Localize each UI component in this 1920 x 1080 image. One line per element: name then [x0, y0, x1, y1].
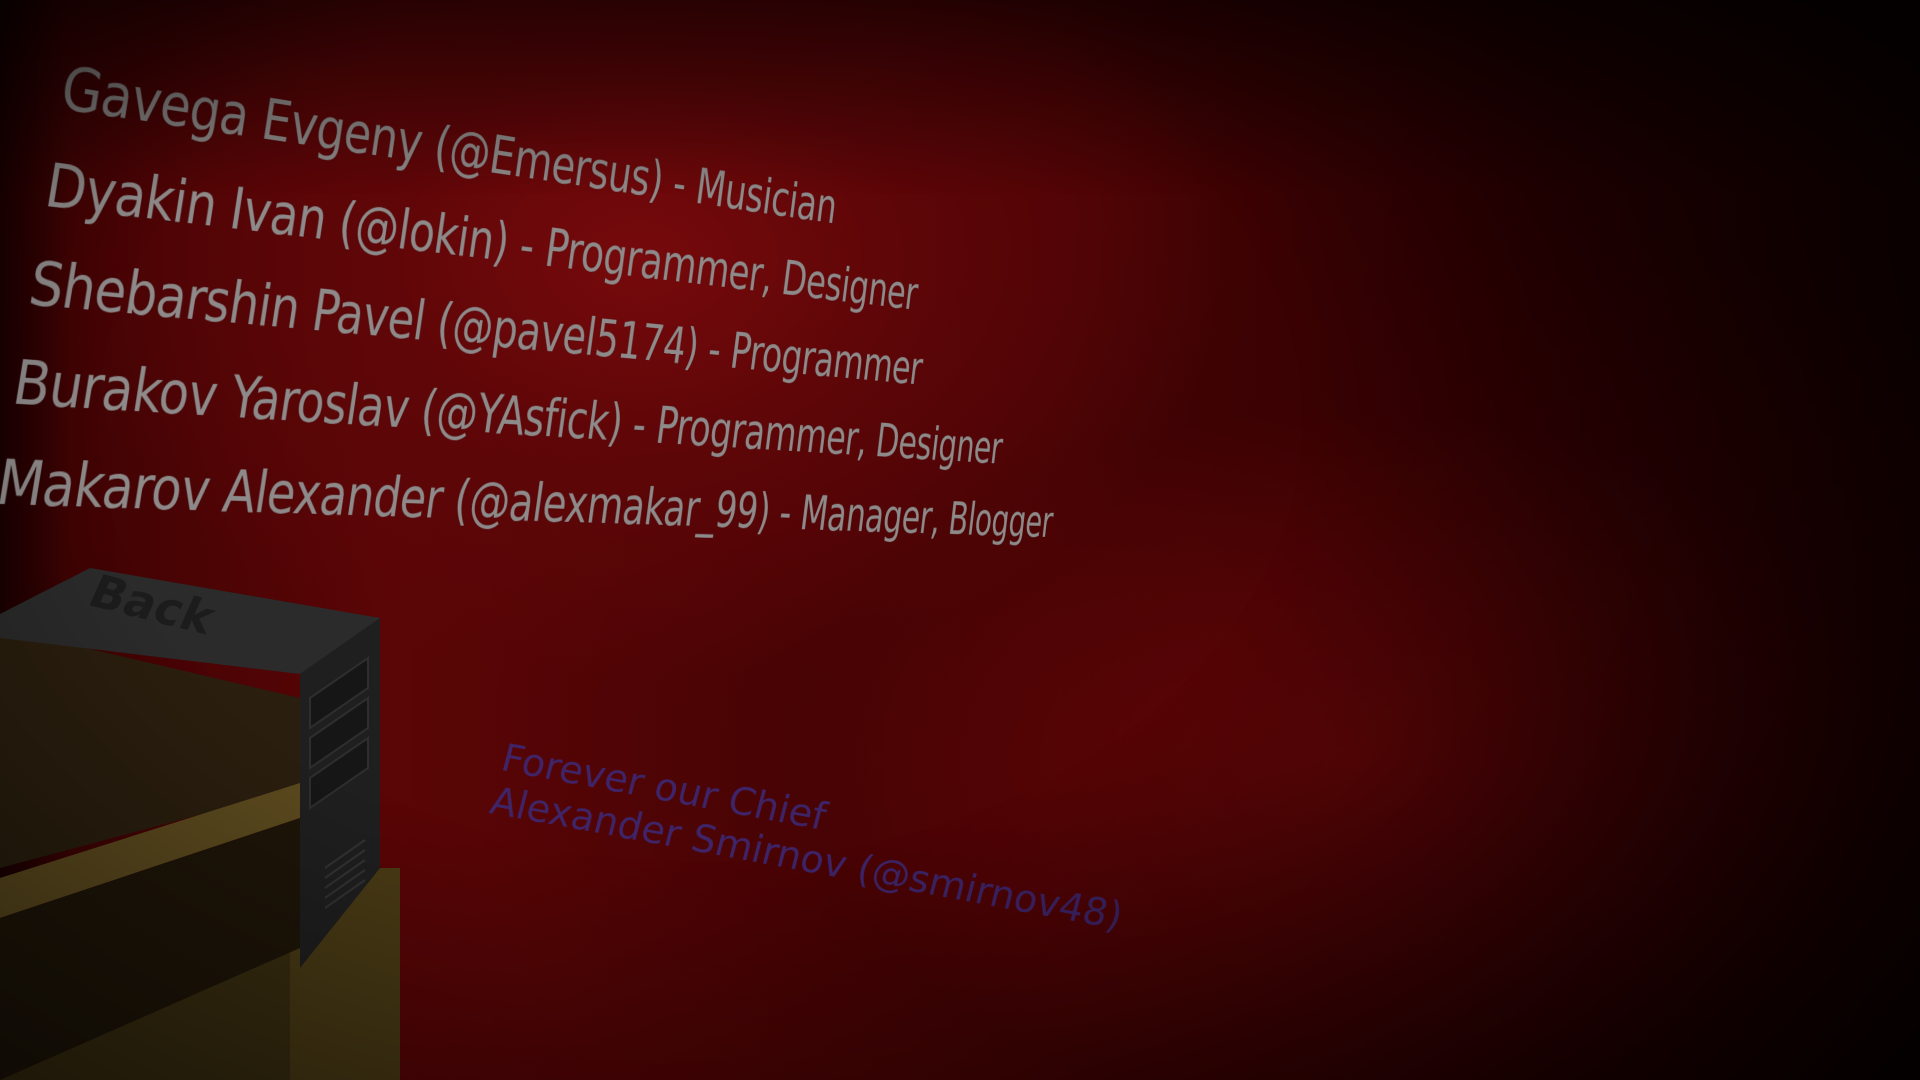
computer-case-icon: Back	[0, 568, 400, 1080]
back-button[interactable]: Back	[0, 568, 400, 1080]
dedication: Forever our Chief Alexander Smirnov (@sm…	[486, 736, 1138, 938]
credits-scene: Gavega Evgeny (@Emersus) - Musician Dyak…	[0, 0, 1920, 1080]
